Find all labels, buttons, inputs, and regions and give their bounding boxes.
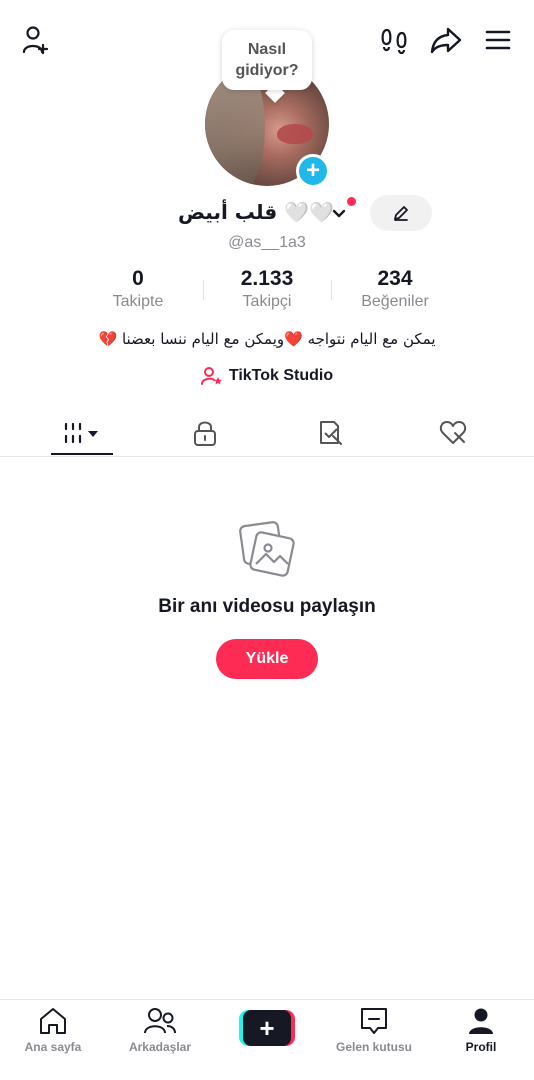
plus-icon: + <box>243 1010 291 1046</box>
empty-state-title: Bir anı videosu paylaşın <box>158 596 376 617</box>
username: @as__1a3 <box>228 234 306 251</box>
add-friend-icon[interactable] <box>20 24 52 56</box>
nav-inbox-label: Gelen kutusu <box>335 1040 412 1054</box>
profile-bio: يمكن مع اليام نتواجه ❤️ويمكن مع اليام نن… <box>98 330 436 348</box>
stats-row: 0 Takipte 2.133 Takipçi 234 Beğeniler <box>0 266 534 316</box>
footprints-icon[interactable] <box>378 26 412 56</box>
tab-reposts[interactable] <box>300 410 360 456</box>
repost-icon <box>320 421 342 445</box>
studio-person-star-icon <box>200 367 222 385</box>
inbox-icon <box>361 1008 387 1034</box>
create-button[interactable]: + <box>239 1010 295 1046</box>
stat-likes-label: Beğeniler <box>361 293 429 310</box>
nav-profile[interactable]: Profil <box>431 1006 531 1054</box>
stat-following[interactable]: 0 Takipte <box>78 266 198 312</box>
stat-divider <box>203 280 204 300</box>
edit-profile-button[interactable] <box>370 195 432 231</box>
stat-following-value: 0 <box>132 267 144 290</box>
content-tabs <box>0 410 534 457</box>
studio-label: TikTok Studio <box>228 367 334 384</box>
greeting-bubble[interactable]: Nasıl gidiyor? <box>222 30 312 90</box>
upload-button[interactable]: Yükle <box>216 639 318 679</box>
nav-friends[interactable]: Arkadaşlar <box>110 1006 210 1054</box>
tiktok-studio-link[interactable]: TikTok Studio <box>0 366 534 386</box>
add-avatar-plus-icon[interactable]: + <box>296 154 330 188</box>
bottom-navigation: Ana sayfa Arkadaşlar + Gelen kutusu Prof… <box>0 999 534 1080</box>
name-row: قلب أبيض 🤍🤍 <box>0 196 534 232</box>
tab-private[interactable] <box>175 410 235 456</box>
lock-icon <box>194 421 216 446</box>
friends-icon <box>144 1008 176 1034</box>
stat-followers-label: Takipçi <box>242 293 292 310</box>
liked-icon <box>439 421 467 444</box>
share-icon[interactable] <box>428 24 464 56</box>
nav-home-label: Ana sayfa <box>24 1040 82 1054</box>
stat-divider <box>331 280 332 300</box>
stat-followers[interactable]: 2.133 Takipçi <box>207 266 327 312</box>
nav-friends-label: Arkadaşlar <box>128 1040 192 1054</box>
tab-liked[interactable] <box>424 410 484 456</box>
stat-following-label: Takipte <box>112 293 164 310</box>
active-tab-indicator <box>51 453 113 455</box>
profile-icon <box>469 1008 493 1034</box>
chevron-down-icon[interactable] <box>332 206 346 224</box>
menu-icon[interactable] <box>482 26 514 54</box>
display-name: قلب أبيض 🤍🤍 <box>178 200 334 224</box>
nav-inbox[interactable]: Gelen kutusu <box>324 1006 424 1054</box>
stat-followers-value: 2.133 <box>240 267 294 290</box>
photo-gallery-icon <box>236 520 298 585</box>
nav-home[interactable]: Ana sayfa <box>3 1006 103 1054</box>
nav-profile-label: Profil <box>465 1040 497 1054</box>
pencil-icon <box>394 206 408 221</box>
stat-likes-value: 234 <box>377 267 413 290</box>
home-icon <box>40 1008 66 1034</box>
greeting-bubble-text: Nasıl gidiyor? <box>235 41 299 79</box>
notification-dot <box>347 197 356 206</box>
tab-videos[interactable] <box>51 410 113 456</box>
grid-icon <box>64 422 98 444</box>
stat-likes[interactable]: 234 Beğeniler <box>335 266 455 312</box>
